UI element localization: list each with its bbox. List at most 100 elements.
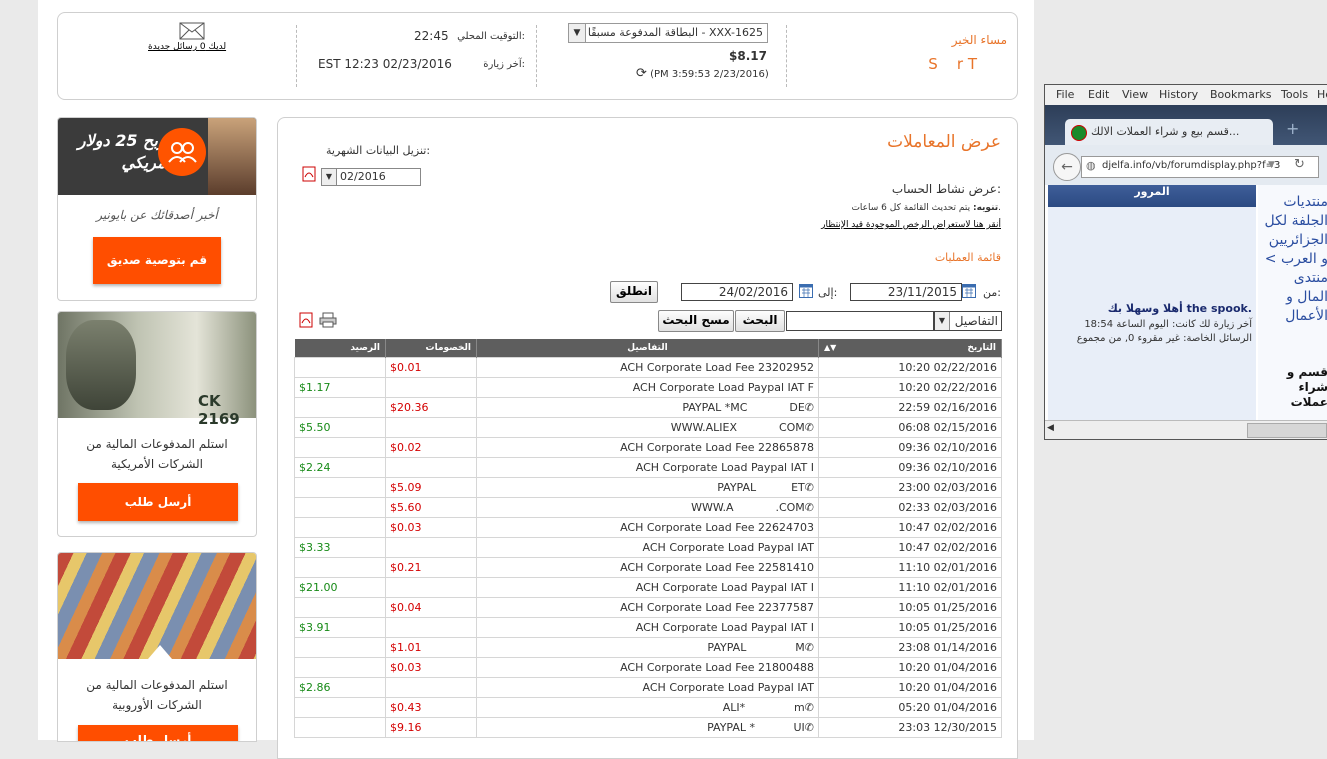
pdf-icon[interactable] — [298, 312, 314, 328]
table-row[interactable]: $1.01 ✆ PAYPAL M 23:08 01/14/2016 — [294, 637, 1002, 658]
chevron-down-icon: ▼ — [935, 312, 950, 330]
promo-refer-text: أخبر أصدقائك عن بايونير — [96, 208, 218, 222]
table-row[interactable]: $0.02 ACH Corporate Load Fee 22865878 09:3… — [294, 437, 1002, 458]
row-details: ACH Corporate Load Fee 22865878 — [476, 437, 819, 458]
promo-us-text: استلم المدفوعات المالية من الشركات الأمر… — [86, 437, 228, 471]
new-messages-link[interactable]: لديك 0 رسائل جديدة — [148, 42, 226, 52]
reload-icon[interactable]: ↻ — [1294, 157, 1305, 172]
transactions-panel: عرض المعاملات تنزيل البيانات الشهرية: ▼ … — [277, 117, 1018, 759]
row-balance — [294, 397, 386, 418]
menu-bookmarks[interactable]: Bookmarks — [1210, 88, 1271, 101]
back-arrow-icon[interactable]: ← — [1053, 153, 1081, 181]
pending-link[interactable]: أنقر هنا لاستعراض الرخص الموجودة قيد الإ… — [821, 220, 1001, 230]
menu-edit[interactable]: Edit — [1088, 88, 1109, 101]
search-button[interactable]: البحث — [735, 310, 785, 332]
row-debit: $20.36 — [385, 397, 477, 418]
forum-section-link[interactable]: قسم و شراء عملات — [1268, 365, 1327, 410]
table-row[interactable]: $2.86 ACH Corporate Load Paypal IAT 10:20 … — [294, 677, 1002, 698]
new-tab-icon[interactable]: + — [1286, 119, 1299, 138]
row-debit — [385, 377, 477, 398]
calendar-icon[interactable] — [962, 284, 976, 298]
table-row[interactable]: $9.16 ✆ PAYPAL * UI 23:03 12/30/2015 — [294, 717, 1002, 738]
ops-title: قائمة العمليات — [934, 251, 1001, 264]
refresh-icon[interactable]: ⟳ — [636, 66, 647, 81]
row-details: ACH Corporate Load Fee 22377587 — [476, 597, 819, 618]
filter-select[interactable]: ▼ التفاصيل — [934, 311, 1002, 331]
row-date: 23:08 01/14/2016 — [818, 637, 1002, 658]
pointer — [148, 645, 172, 659]
scroll-left-icon[interactable]: ◀ — [1047, 423, 1054, 433]
row-details: ✆ ALI* m — [476, 697, 819, 718]
promo-eu-payments: استلم المدفوعات المالية من الشركات الأور… — [57, 552, 257, 742]
calendar-icon[interactable] — [799, 284, 813, 298]
col-debits[interactable]: الخصومات — [385, 339, 477, 358]
promo-photo — [208, 118, 256, 195]
col-date[interactable]: ▲▼ التاريخ — [818, 339, 1002, 358]
table-row[interactable]: $0.43 ✆ ALI* m 05:20 01/04/2016 — [294, 697, 1002, 718]
col-details[interactable]: التفاصيل — [476, 339, 819, 358]
row-debit: $0.21 — [385, 557, 477, 578]
table-row[interactable]: $0.01 ACH Corporate Load Fee 23202952 10:2… — [294, 357, 1002, 378]
row-debit — [385, 537, 477, 558]
table-row[interactable]: $21.00 ACH Corporate Load Paypal IAT I 11:… — [294, 577, 1002, 598]
menu-view[interactable]: View — [1122, 88, 1148, 101]
envelope-icon[interactable] — [179, 22, 205, 40]
clear-search-button[interactable]: مسح البحث — [658, 310, 734, 332]
row-balance: $21.00 — [294, 577, 386, 598]
to-date-input[interactable]: 24/02/2016 — [681, 283, 793, 301]
url-bar[interactable]: ◍ djelfa.info/vb/forumdisplay.php?f=3 ▼ … — [1081, 156, 1319, 178]
row-balance — [294, 497, 386, 518]
nav-bar: ← ◍ djelfa.info/vb/forumdisplay.php?f=3 … — [1045, 145, 1327, 185]
go-button[interactable]: انطلق — [610, 281, 658, 303]
browser-tab[interactable]: قسم بيع و شراء العملات الالك... — [1065, 119, 1273, 145]
menu-history[interactable]: History — [1159, 88, 1198, 101]
sort-icon[interactable]: ▲▼ — [824, 343, 836, 352]
table-row[interactable]: $0.03 ACH Corporate Load Fee 22624703 10:4… — [294, 517, 1002, 538]
table-row[interactable]: $3.91 ACH Corporate Load Paypal IAT I 10:0… — [294, 617, 1002, 638]
private-messages-link[interactable]: الرسائل الخاصة: غير مقروء 0, من مجموع — [1077, 333, 1252, 344]
send-request-button-us[interactable]: أرسل طلب — [78, 483, 238, 521]
phone-icon: ✆ — [804, 701, 814, 714]
table-row[interactable]: $0.04 ACH Corporate Load Fee 22377587 10:0… — [294, 597, 1002, 618]
dropdown-icon[interactable]: ▼ — [1268, 160, 1275, 170]
forum-header: المرور — [1048, 185, 1256, 207]
row-balance — [294, 637, 386, 658]
from-date-input[interactable]: 23/11/2015 — [850, 283, 962, 301]
row-balance — [294, 657, 386, 678]
menu-file[interactable]: File — [1056, 88, 1074, 101]
send-request-button-eu[interactable]: أرسل طلب — [78, 725, 238, 741]
portrait-image — [66, 320, 136, 410]
table-row[interactable]: $5.50 ✆ WWW.ALIEX COM 06:08 02/15/2016 — [294, 417, 1002, 438]
refer-friend-button[interactable]: قم بتوصية صديق — [93, 237, 221, 284]
phone-icon: ✆ — [804, 501, 814, 514]
print-icon[interactable] — [319, 312, 337, 328]
monthly-label: تنزيل البيانات الشهرية: — [326, 144, 431, 157]
pdf-icon[interactable] — [302, 166, 316, 182]
row-details: ✆ PAYPAL * UI — [476, 717, 819, 738]
search-input[interactable] — [786, 311, 934, 331]
table-row[interactable]: $3.33 ACH Corporate Load Paypal IAT 10:47 … — [294, 537, 1002, 558]
col-balance[interactable]: الرصيد — [294, 339, 386, 358]
row-date: 10:47 02/02/2016 — [818, 517, 1002, 538]
table-row[interactable]: $0.03 ACH Corporate Load Fee 21800488 10:2… — [294, 657, 1002, 678]
month-select[interactable]: ▼ 02/2016 — [321, 168, 421, 186]
scrollbar-thumb[interactable] — [1247, 423, 1327, 438]
table-row[interactable]: $2.24 ACH Corporate Load Paypal IAT I 09:3… — [294, 457, 1002, 478]
row-balance — [294, 597, 386, 618]
table-row[interactable]: $20.36 ✆ PAYPAL *MC DE 22:59 02/16/2016 — [294, 397, 1002, 418]
table-row[interactable]: $1.17 ACH Corporate Load Paypal IAT F 10:2… — [294, 377, 1002, 398]
menu-help[interactable]: He — [1317, 88, 1327, 101]
table-row[interactable]: $5.09 ✆ PAYPAL ET 23:00 02/03/2016 — [294, 477, 1002, 498]
card-select[interactable]: ▼ البطاقة المدفوعة مسبقًا - XXX-1625 — [568, 23, 768, 43]
horizontal-scrollbar[interactable]: ◀ — [1045, 420, 1327, 439]
row-date: 11:10 02/01/2016 — [818, 577, 1002, 598]
row-details: ACH Corporate Load Paypal IAT — [476, 677, 819, 698]
site-favicon — [1071, 125, 1087, 141]
browser-content: المرور أهلا وسهلا بك the spook. آخر زيار… — [1045, 185, 1327, 420]
browser-window: File Edit View History Bookmarks Tools H… — [1044, 84, 1327, 440]
forum-breadcrumb[interactable]: منتديات الجلفة لكل الجزائريين و العرب > … — [1260, 193, 1327, 326]
menu-tools[interactable]: Tools — [1281, 88, 1308, 101]
table-row[interactable]: $5.60 ✆ WWW.A .COM 02:33 02/03/2016 — [294, 497, 1002, 518]
table-row[interactable]: $0.21 ACH Corporate Load Fee 22581410 11:1… — [294, 557, 1002, 578]
row-date: 10:05 01/25/2016 — [818, 597, 1002, 618]
